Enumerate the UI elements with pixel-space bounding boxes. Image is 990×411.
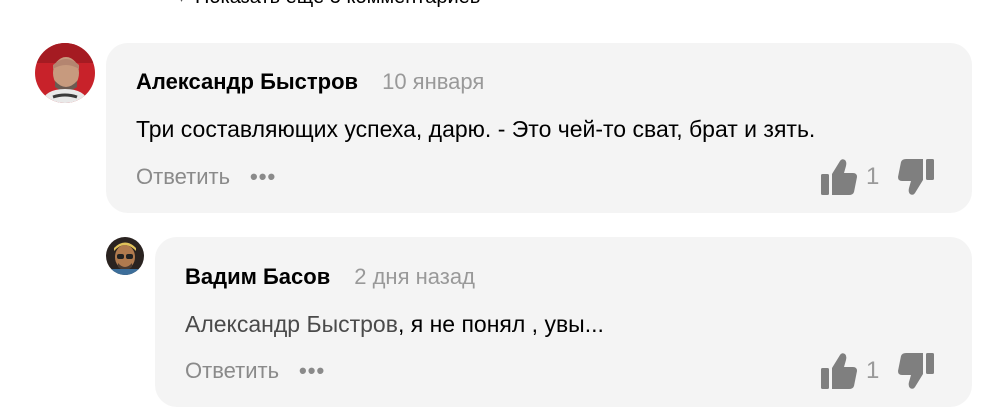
- like-icon[interactable]: [820, 157, 858, 197]
- comment-author[interactable]: Вадим Басов: [185, 264, 330, 290]
- comment-date: 10 января: [382, 69, 485, 94]
- more-options-button[interactable]: •••: [299, 358, 325, 384]
- comment-text: Три составляющих успеха, дарю. - Это чей…: [136, 116, 816, 142]
- mention-link[interactable]: Александр Быстров: [185, 311, 398, 337]
- dislike-icon[interactable]: [897, 157, 935, 197]
- more-options-button[interactable]: •••: [250, 164, 276, 190]
- dislike-icon[interactable]: [897, 351, 935, 391]
- comment-author[interactable]: Александр Быстров: [136, 69, 358, 95]
- chevron-down-icon: ▾: [178, 0, 185, 6]
- like-count: 1: [866, 357, 880, 384]
- show-more-comments-link[interactable]: ▾ Показать ещё 5 комментариев: [178, 0, 480, 9]
- comment-body: , я не понял , увы...: [397, 311, 604, 337]
- show-more-label: Показать ещё 5 комментариев: [195, 0, 480, 9]
- comment-card: Александр Быстров 10 января Три составля…: [106, 43, 972, 213]
- comment-text: Александр Быстров, я не понял , увы...: [185, 311, 604, 338]
- avatar[interactable]: [106, 237, 144, 275]
- reply-button[interactable]: Ответить: [185, 358, 279, 384]
- comment-card: Вадим Басов 2 дня назад Александр Быстро…: [155, 237, 972, 407]
- avatar[interactable]: [35, 43, 95, 103]
- reply-button[interactable]: Ответить: [136, 164, 230, 190]
- comment-date: 2 дня назад: [354, 264, 475, 289]
- like-count: 1: [866, 163, 880, 190]
- like-icon[interactable]: [820, 351, 858, 391]
